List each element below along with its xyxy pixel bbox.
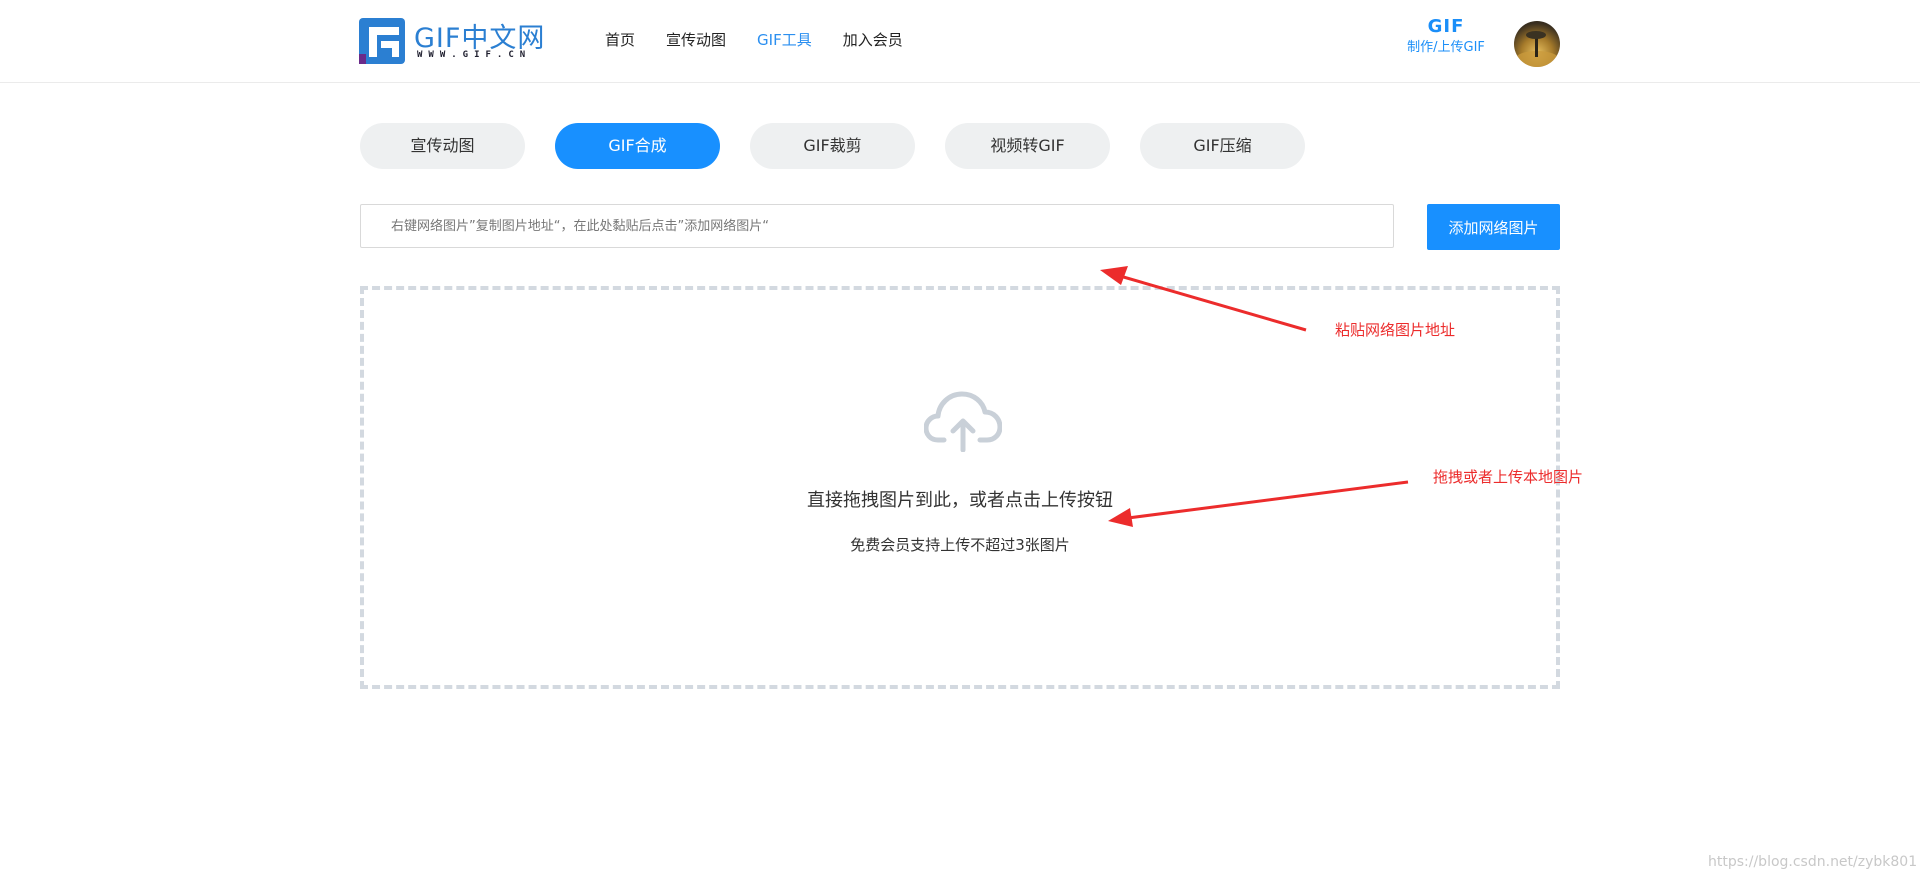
nav-item-home[interactable]: 首页 (605, 29, 635, 50)
logo-mark-icon (359, 18, 405, 64)
top-header: GIF中文网 WWW.GIF.CN 首页 宣传动图 GIF工具 加入会员 GIF… (0, 0, 1920, 83)
tool-tabs: 宣传动图 GIF合成 GIF裁剪 视频转GIF GIF压缩 (360, 123, 1335, 169)
tab-gif-crop[interactable]: GIF裁剪 (750, 123, 915, 169)
annotation-drag-upload: 拖拽或者上传本地图片 (1433, 468, 1584, 486)
tab-gif-compress[interactable]: GIF压缩 (1140, 123, 1305, 169)
upload-dropzone[interactable]: 直接拖拽图片到此，或者点击上传按钮 免费会员支持上传不超过3张图片 (360, 286, 1560, 689)
make-gif-title: GIF (1427, 16, 1465, 37)
nav-item-gif-tools[interactable]: GIF工具 (757, 29, 812, 50)
cloud-upload-icon (924, 391, 1002, 452)
site-logo[interactable]: GIF中文网 WWW.GIF.CN (359, 16, 554, 66)
watermark-text: https://blog.csdn.net/zybk801 (1708, 854, 1918, 870)
add-url-image-button[interactable]: 添加网络图片 (1427, 204, 1560, 250)
avatar-image-icon (1515, 31, 1559, 67)
tab-gif-compose[interactable]: GIF合成 (555, 123, 720, 169)
nav-item-join-member[interactable]: 加入会员 (843, 29, 903, 50)
image-url-input[interactable] (360, 204, 1394, 248)
nav-item-promo-gif[interactable]: 宣传动图 (666, 29, 726, 50)
dropzone-subtitle: 免费会员支持上传不超过3张图片 (850, 536, 1070, 554)
make-gif-subtitle: 制作/上传GIF (1407, 40, 1485, 55)
logo-subtext: WWW.GIF.CN (417, 50, 532, 60)
tab-video-to-gif[interactable]: 视频转GIF (945, 123, 1110, 169)
dropzone-title: 直接拖拽图片到此，或者点击上传按钮 (807, 490, 1113, 511)
main-nav: 首页 宣传动图 GIF工具 加入会员 (605, 29, 934, 50)
make-gif-link[interactable]: GIF 制作/上传GIF (1400, 17, 1492, 57)
tab-promo-gif[interactable]: 宣传动图 (360, 123, 525, 169)
annotation-paste-url: 粘贴网络图片地址 (1335, 321, 1456, 339)
user-avatar[interactable] (1514, 21, 1560, 67)
